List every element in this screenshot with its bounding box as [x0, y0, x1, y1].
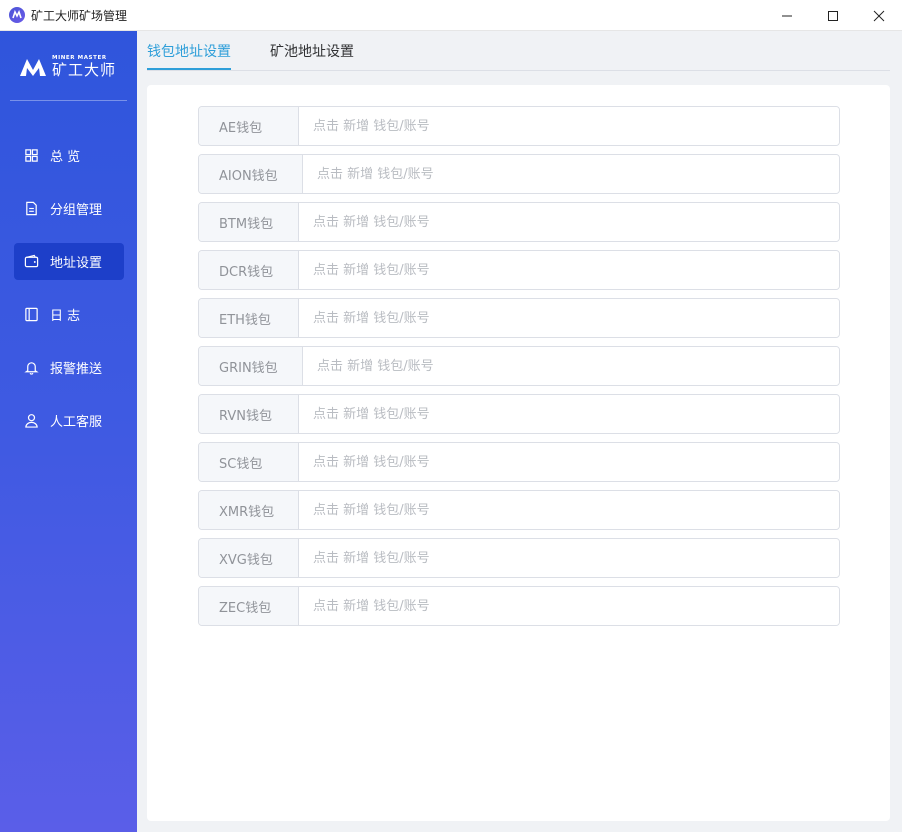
sidebar-item-label: 人工客服: [50, 415, 103, 430]
maximize-icon: [828, 10, 838, 21]
close-icon: [873, 10, 885, 21]
wallet-row: BTM钱包: [198, 202, 840, 242]
wallet-input[interactable]: [299, 299, 839, 337]
wallet-label: XVG钱包: [199, 539, 299, 577]
wallet-input[interactable]: [299, 491, 839, 529]
grid-icon: [23, 148, 39, 164]
sidebar-divider: [10, 100, 127, 101]
wallet-row: XVG钱包: [198, 538, 840, 578]
sidebar-item-overview[interactable]: 总 览: [14, 137, 124, 174]
sidebar-item-support[interactable]: 人工客服: [14, 402, 124, 439]
wallet-row: ZEC钱包: [198, 586, 840, 626]
wallet-row: DCR钱包: [198, 250, 840, 290]
wallet-input[interactable]: [299, 251, 839, 289]
tab-bar: 钱包地址设置 矿池地址设置: [147, 31, 890, 71]
wallet-label: ETH钱包: [199, 299, 299, 337]
wallet-input[interactable]: [299, 395, 839, 433]
wallet-label: XMR钱包: [199, 491, 299, 529]
tab-pool-address[interactable]: 矿池地址设置: [270, 41, 354, 61]
wallet-label: DCR钱包: [199, 251, 299, 289]
wallet-input[interactable]: [299, 539, 839, 577]
tab-wallet-address[interactable]: 钱包地址设置: [147, 41, 231, 61]
maximize-button[interactable]: [810, 0, 856, 31]
wallet-input[interactable]: [299, 587, 839, 625]
sidebar-item-label: 分组管理: [50, 203, 103, 218]
wallet-label: AION钱包: [199, 155, 303, 193]
wallet-label: BTM钱包: [199, 203, 299, 241]
wallet-panel: AE钱包 AION钱包 BTM钱包 DCR钱包 ETH钱包 GRIN钱包: [147, 85, 890, 821]
window-title: 矿工大师矿场管理: [31, 8, 128, 23]
sidebar-item-groups[interactable]: 分组管理: [14, 190, 124, 227]
user-icon: [23, 413, 39, 429]
sidebar-nav: 总 览 分组管理 地址设置 日 志 报警推送 人工客服: [14, 137, 124, 455]
sidebar-item-address-settings[interactable]: 地址设置: [14, 243, 124, 280]
wallet-icon: [23, 254, 39, 270]
wallet-row: RVN钱包: [198, 394, 840, 434]
wallet-list: AE钱包 AION钱包 BTM钱包 DCR钱包 ETH钱包 GRIN钱包: [198, 106, 840, 634]
active-tab-indicator: [147, 68, 231, 70]
wallet-label: SC钱包: [199, 443, 299, 481]
brand-logo: MINER MASTER 矿工大师: [18, 53, 118, 81]
close-button[interactable]: [856, 0, 902, 31]
log-panel-icon: [23, 307, 39, 323]
wallet-input[interactable]: [303, 155, 839, 193]
sidebar-item-label: 日 志: [50, 309, 81, 324]
sidebar: MINER MASTER 矿工大师 总 览 分组管理 地址设置 日 志 报警推送…: [0, 31, 137, 832]
main-content: 钱包地址设置 矿池地址设置 AE钱包 AION钱包 BTM钱包 DCR钱包 ET: [137, 31, 902, 832]
wallet-row: XMR钱包: [198, 490, 840, 530]
sidebar-item-logs[interactable]: 日 志: [14, 296, 124, 333]
minimize-button[interactable]: [764, 0, 810, 31]
wallet-label: AE钱包: [199, 107, 299, 145]
wallet-row: GRIN钱包: [198, 346, 840, 386]
title-bar: 矿工大师矿场管理: [0, 0, 902, 31]
wallet-input[interactable]: [299, 203, 839, 241]
sidebar-item-label: 地址设置: [50, 256, 103, 271]
wallet-input[interactable]: [299, 107, 839, 145]
window-controls: [764, 0, 902, 31]
wallet-row: ETH钱包: [198, 298, 840, 338]
wallet-label: RVN钱包: [199, 395, 299, 433]
document-icon: [23, 201, 39, 217]
minimize-icon: [782, 15, 792, 16]
wallet-input[interactable]: [303, 347, 839, 385]
sidebar-item-alerts[interactable]: 报警推送: [14, 349, 124, 386]
wallet-label: GRIN钱包: [199, 347, 303, 385]
wallet-input[interactable]: [299, 443, 839, 481]
sidebar-item-label: 报警推送: [50, 362, 103, 377]
wallet-row: AE钱包: [198, 106, 840, 146]
brand-mark-icon: [20, 59, 46, 76]
wallet-label: ZEC钱包: [199, 587, 299, 625]
sidebar-item-label: 总 览: [50, 150, 81, 165]
wallet-row: SC钱包: [198, 442, 840, 482]
app-logo-icon: [9, 7, 25, 23]
wallet-row: AION钱包: [198, 154, 840, 194]
bell-icon: [23, 360, 39, 376]
brand-name-cn: 矿工大师: [52, 61, 117, 79]
